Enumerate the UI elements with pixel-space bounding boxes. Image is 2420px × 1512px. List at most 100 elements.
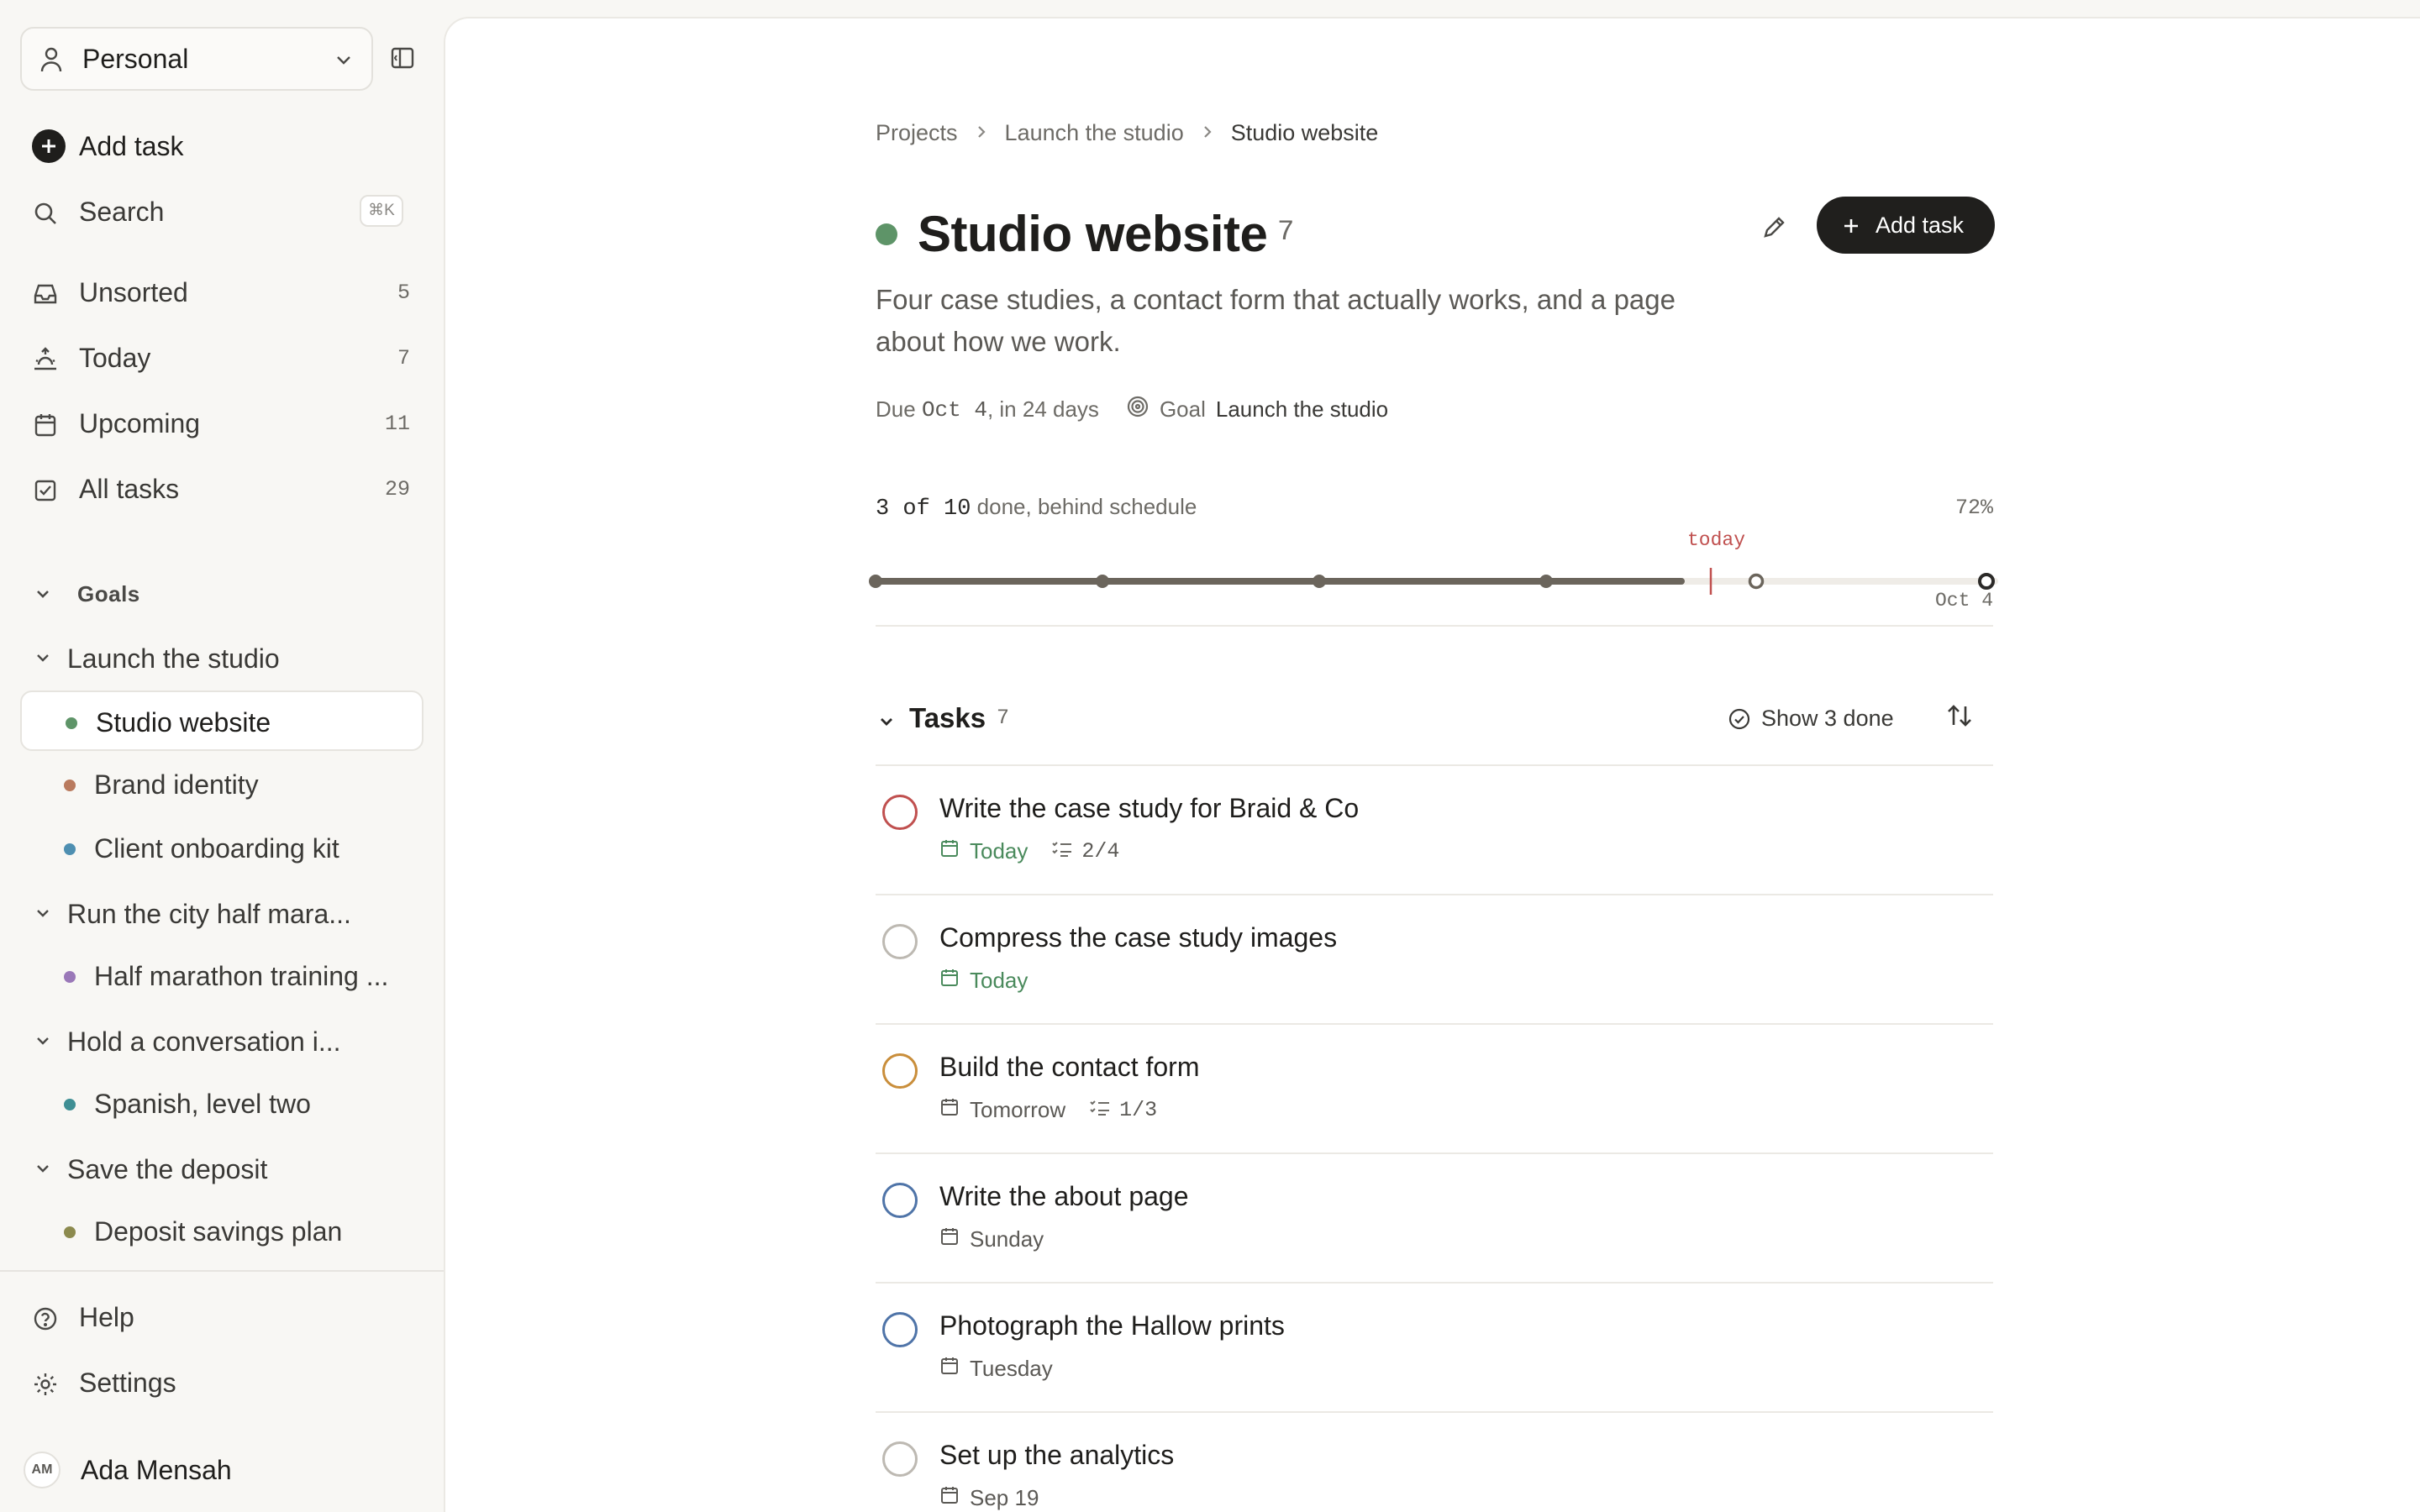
inbox-icon: [32, 281, 59, 312]
nav-unsorted[interactable]: Unsorted 5: [20, 265, 417, 319]
calendar-icon: [939, 1226, 960, 1252]
due-prefix: Due: [876, 396, 916, 422]
task-title[interactable]: Write the case study for Braid & Co: [939, 793, 1359, 824]
due-date: Oct 4: [921, 396, 987, 423]
search-button[interactable]: Search ⌘K: [20, 185, 417, 239]
project-color-dot: [66, 717, 77, 729]
task-row[interactable]: Set up the analytics Sep 19: [876, 1411, 1993, 1512]
workspace-name: Personal: [82, 44, 189, 74]
add-task-button[interactable]: Add task: [20, 119, 417, 173]
nav-label: Today: [79, 343, 151, 373]
tasks-heading[interactable]: Tasks: [909, 702, 986, 734]
goal-label: Run the city half mara...: [67, 899, 351, 929]
search-shortcut-badge: ⌘K: [360, 195, 403, 227]
task-row[interactable]: Build the contact form Tomorrow 1/3: [876, 1023, 1993, 1152]
sidebar-toggle-icon[interactable]: [388, 44, 417, 76]
settings-label: Settings: [79, 1368, 176, 1398]
settings-button[interactable]: Settings: [20, 1356, 417, 1410]
project-color-dot: [64, 1226, 76, 1238]
progress-percent: 72%: [1954, 496, 1993, 520]
subtasks-progress: 2/4: [1081, 839, 1120, 864]
task-complete-checkbox[interactable]: [882, 1053, 918, 1089]
nav-all-tasks[interactable]: All tasks 29: [20, 462, 417, 516]
task-due-date: Tomorrow: [970, 1097, 1066, 1122]
divider: [876, 625, 1993, 627]
goal-item-hold-a-conversation[interactable]: Hold a conversation i...: [20, 1015, 424, 1065]
project-color-dot: [64, 1099, 76, 1110]
nav-today[interactable]: Today 7: [20, 331, 417, 385]
task-complete-checkbox[interactable]: [882, 795, 918, 830]
nav-label: All tasks: [79, 474, 180, 504]
milestone-done: [869, 575, 882, 588]
project-label: Spanish, level two: [94, 1089, 311, 1119]
task-meta: Tuesday: [939, 1356, 1053, 1382]
project-item-spanish-level-two[interactable]: Spanish, level two: [20, 1074, 424, 1134]
tasks-count: 7: [997, 706, 1010, 730]
project-color-dot: [64, 971, 76, 983]
goal-item-save-the-deposit[interactable]: Save the deposit: [20, 1142, 424, 1193]
user-name: Ada Mensah: [81, 1455, 232, 1485]
project-item-studio-website[interactable]: Studio website: [20, 690, 424, 751]
project-label: Deposit savings plan: [94, 1216, 343, 1247]
breadcrumb-projects[interactable]: Projects: [876, 120, 958, 146]
task-title[interactable]: Photograph the Hallow prints: [939, 1310, 1285, 1341]
calendar-icon: [939, 968, 960, 994]
nav-label: Upcoming: [79, 408, 201, 438]
task-meta: Sep 19: [939, 1485, 1039, 1511]
plus-icon: [32, 129, 66, 163]
project-item-brand-identity[interactable]: Brand identity: [20, 754, 424, 815]
task-due-date: Sunday: [970, 1226, 1044, 1252]
progress-status: done, behind schedule: [976, 494, 1197, 519]
workspace-switcher[interactable]: Personal: [20, 27, 373, 91]
task-title[interactable]: Compress the case study images: [939, 922, 1337, 953]
goals-section-toggle[interactable]: Goals: [20, 575, 417, 612]
calendar-icon: [939, 1485, 960, 1511]
goal-item-half-marathon[interactable]: Run the city half mara...: [20, 887, 424, 937]
task-complete-checkbox[interactable]: [882, 924, 918, 959]
chevron-right-icon: [975, 120, 988, 146]
project-color-dot: [64, 780, 76, 791]
goal-label: Goal: [1159, 396, 1206, 422]
project-label: Client onboarding kit: [94, 833, 339, 864]
breadcrumb: Projects Launch the studio Studio websit…: [876, 116, 1378, 150]
chevron-down-icon[interactable]: [877, 712, 896, 735]
goal-link[interactable]: Launch the studio: [1216, 396, 1388, 423]
check-circle-icon: [1728, 707, 1751, 735]
search-icon: [32, 200, 59, 231]
add-task-label: Add task: [79, 131, 184, 161]
help-button[interactable]: Help: [20, 1290, 417, 1344]
task-title[interactable]: Build the contact form: [939, 1052, 1199, 1083]
project-item-client-onboarding-kit[interactable]: Client onboarding kit: [20, 818, 424, 879]
pencil-icon[interactable]: [1760, 212, 1790, 246]
goal-item-launch-the-studio[interactable]: Launch the studio: [20, 632, 424, 682]
due-date-marker: Oct 4: [1934, 590, 1993, 612]
project-item-half-marathon-training[interactable]: Half marathon training ...: [20, 946, 424, 1006]
milestone-open: [1748, 573, 1765, 590]
nav-upcoming[interactable]: Upcoming 11: [20, 396, 417, 450]
calendar-icon: [32, 412, 59, 443]
nav-label: Unsorted: [79, 277, 188, 307]
project-label: Studio website: [96, 707, 271, 738]
task-title[interactable]: Write the about page: [939, 1181, 1189, 1212]
progress-timeline: [869, 568, 1998, 595]
task-complete-checkbox[interactable]: [882, 1441, 918, 1477]
project-item-deposit-savings-plan[interactable]: Deposit savings plan: [20, 1201, 424, 1262]
task-complete-checkbox[interactable]: [882, 1312, 918, 1347]
task-due-date: Today: [970, 968, 1028, 993]
task-complete-checkbox[interactable]: [882, 1183, 918, 1218]
sort-icon[interactable]: [1944, 701, 1975, 735]
task-row[interactable]: Photograph the Hallow prints Tuesday: [876, 1282, 1993, 1411]
chevron-down-icon: [34, 1032, 52, 1054]
user-account[interactable]: AM Ada Mensah: [20, 1443, 424, 1494]
task-row[interactable]: Write the about page Sunday: [876, 1152, 1993, 1282]
task-title[interactable]: Set up the analytics: [939, 1440, 1174, 1471]
project-content: Projects Launch the studio Studio websit…: [869, 18, 1998, 1512]
task-row[interactable]: Compress the case study images Today: [876, 894, 1993, 1023]
breadcrumb-current: Studio website: [1230, 119, 1379, 145]
target-icon: [1126, 395, 1150, 424]
avatar: AM: [24, 1452, 60, 1488]
add-task-button[interactable]: Add task: [1817, 197, 1995, 254]
task-row[interactable]: Write the case study for Braid & Co Today…: [876, 764, 1993, 894]
task-meta: Today 2/4: [939, 838, 1119, 864]
breadcrumb-goal[interactable]: Launch the studio: [1005, 120, 1184, 146]
